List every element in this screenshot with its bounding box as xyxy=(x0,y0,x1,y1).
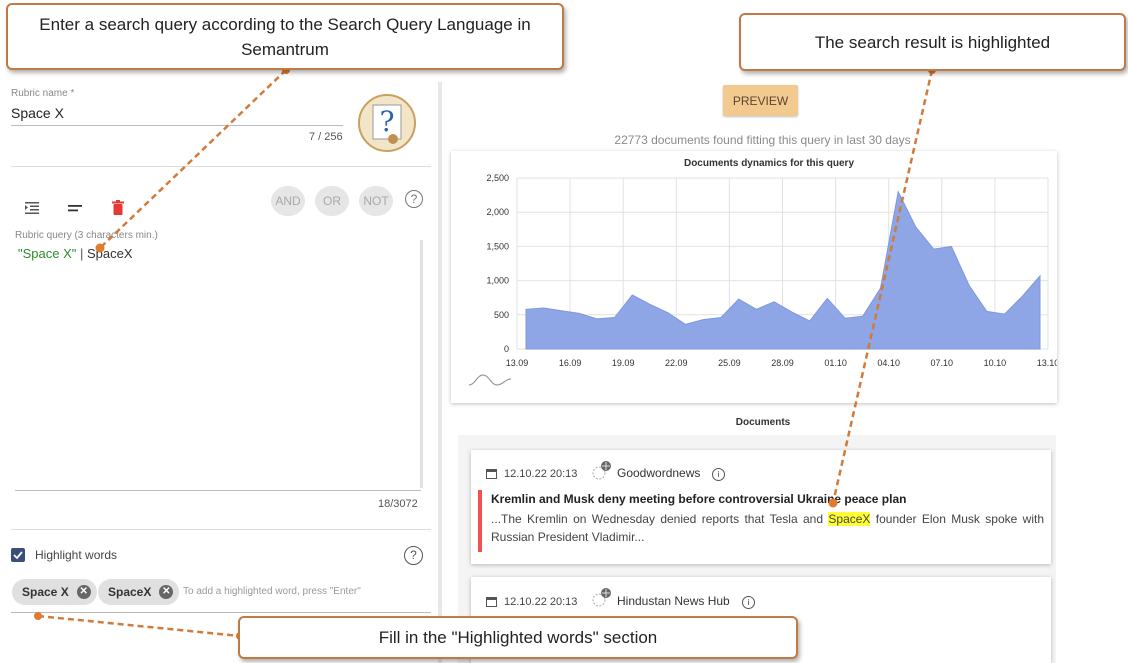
callout-words: Fill in the "Highlighted words" section xyxy=(238,616,798,659)
callout-connectors xyxy=(34,66,936,640)
callout-result: The search result is highlighted xyxy=(739,13,1126,71)
callout-query: Enter a search query according to the Se… xyxy=(6,3,564,70)
